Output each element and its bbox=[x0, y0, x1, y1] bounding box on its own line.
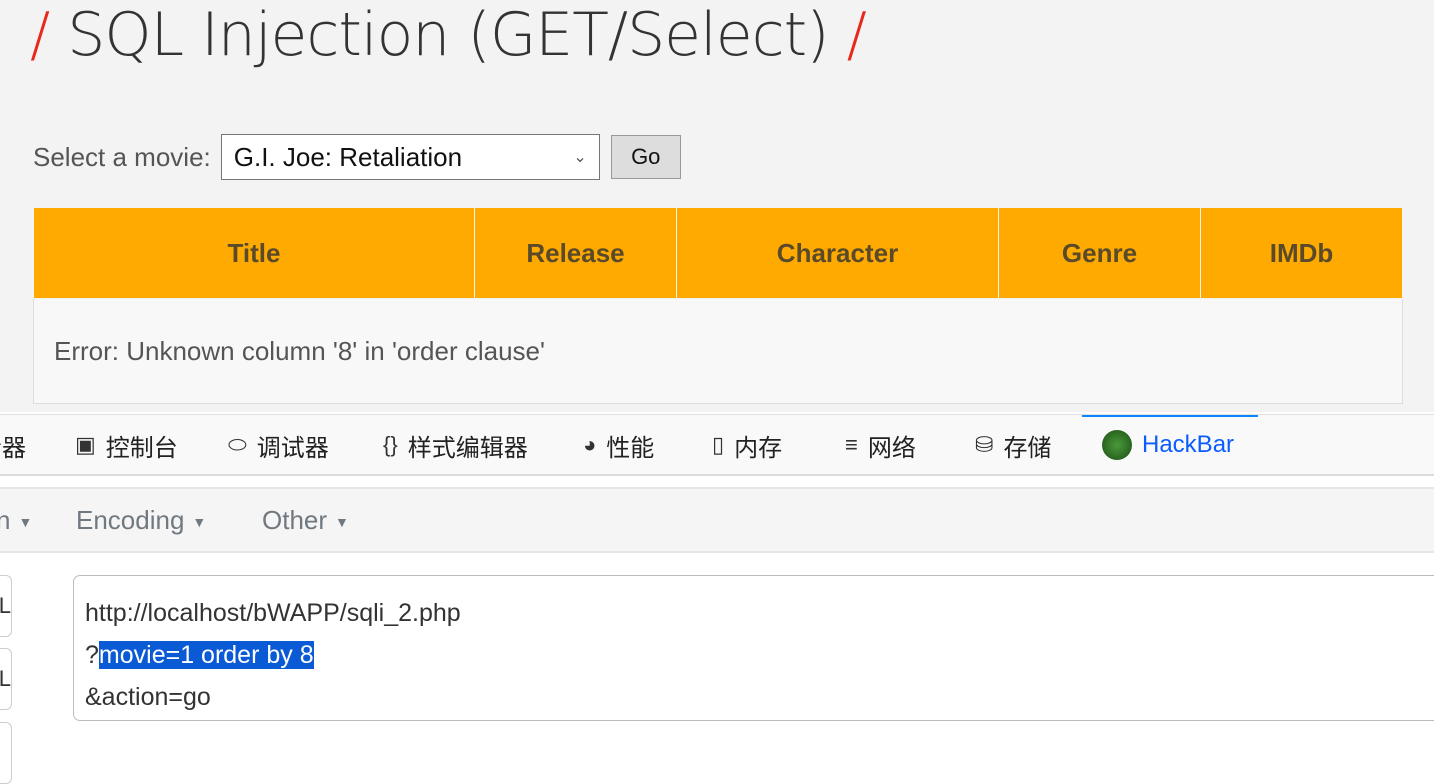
tab-performance[interactable]: ◕ 性能 bbox=[583, 415, 654, 474]
braces-icon: {} bbox=[383, 432, 398, 457]
memory-icon: ▯ bbox=[712, 432, 725, 457]
storage-icon: ⛁ bbox=[975, 432, 994, 457]
caret-down-icon: ▼ bbox=[335, 514, 349, 531]
caret-down-icon: ▼ bbox=[18, 514, 33, 531]
page-title: / SQL Injection (GET/Select) / bbox=[30, 0, 867, 70]
movie-table: Title Release Character Genre IMDb Error… bbox=[33, 207, 1403, 404]
col-genre: Genre bbox=[998, 207, 1201, 299]
url-textarea[interactable]: http://localhost/bWAPP/sqli_2.php ?movie… bbox=[73, 575, 1434, 721]
debugger-icon: ⬭ bbox=[228, 432, 247, 457]
tab-inspector-visible: 器 bbox=[2, 415, 26, 474]
movie-form: Select a movie: G.I. Joe: Retaliation ⌄ G… bbox=[33, 134, 681, 180]
network-icon: ≡ bbox=[845, 432, 858, 457]
bwapp-page: / SQL Injection (GET/Select) / Select a … bbox=[0, 0, 1434, 412]
tab-hackbar[interactable]: HackBar bbox=[1082, 415, 1258, 473]
split-url-button[interactable]: RL bbox=[0, 648, 12, 710]
caret-down-icon: ▼ bbox=[192, 514, 207, 531]
performance-icon: ◕ bbox=[583, 432, 597, 457]
load-url-button[interactable]: RL bbox=[0, 575, 12, 637]
chevron-down-icon: ⌄ bbox=[573, 149, 587, 166]
menu-encoding[interactable]: Encoding ▼ bbox=[76, 505, 206, 536]
menu-other[interactable]: Other ▼ bbox=[262, 505, 349, 536]
go-button[interactable]: Go bbox=[610, 135, 681, 179]
hackbar-icon bbox=[1102, 430, 1132, 460]
col-release: Release bbox=[474, 207, 677, 299]
tab-debugger[interactable]: ⬭ 调试器 bbox=[228, 415, 329, 474]
col-character: Character bbox=[676, 207, 999, 299]
col-imdb: IMDb bbox=[1200, 207, 1403, 299]
tab-console[interactable]: ▣ 控制台 bbox=[75, 415, 178, 474]
tab-network[interactable]: ≡ 网络 bbox=[845, 415, 916, 474]
selected-text: movie=1 order by 8 bbox=[98, 641, 314, 669]
devtools-tabbar: 查看器 器 ▣控制台 ⬭调试器 {}样式编辑器 ◕性能 ▯内存 ≡网络 ⛁存储 … bbox=[0, 414, 1434, 476]
execute-button[interactable] bbox=[0, 722, 12, 784]
error-message: Error: Unknown column '8' in 'order clau… bbox=[33, 298, 1403, 404]
tab-memory[interactable]: ▯ 内存 bbox=[712, 415, 782, 474]
select-label: Select a movie: bbox=[33, 141, 211, 172]
hackbar-toolbar: n ▼ Encoding ▼ Other ▼ bbox=[0, 487, 1434, 553]
col-title: Title bbox=[33, 207, 475, 299]
movie-select[interactable]: G.I. Joe: Retaliation ⌄ bbox=[220, 134, 600, 180]
tab-style-editor[interactable]: {} 样式编辑器 bbox=[383, 415, 528, 474]
console-icon: ▣ bbox=[75, 432, 96, 457]
tab-storage[interactable]: ⛁ 存储 bbox=[975, 415, 1051, 474]
menu-partial[interactable]: n ▼ bbox=[0, 505, 32, 536]
